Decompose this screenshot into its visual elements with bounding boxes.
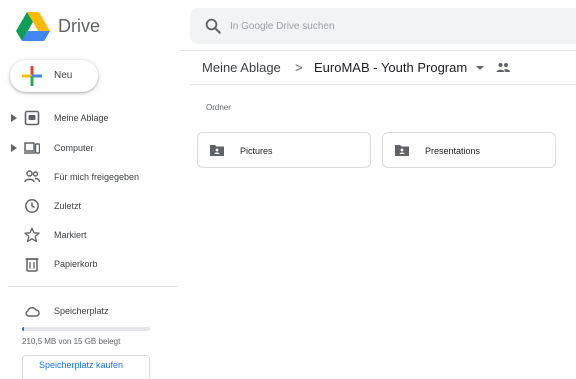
- sidebar-item-storage[interactable]: Speicherplatz: [0, 298, 180, 324]
- trash-icon: [25, 258, 39, 272]
- storage-usage-bar: [22, 327, 150, 331]
- folder-name: Presentations: [425, 146, 481, 156]
- sidebar-item-shared-with-me[interactable]: Für mich freigegeben: [0, 164, 180, 190]
- new-button-label: Neu: [54, 70, 73, 81]
- main-divider: [190, 84, 576, 85]
- sidebar-item-label: Zuletzt: [54, 201, 82, 211]
- expand-caret-icon[interactable]: [10, 113, 18, 123]
- expand-caret-icon[interactable]: [10, 143, 18, 153]
- sidebar-item-my-drive[interactable]: Meine Ablage: [0, 105, 180, 131]
- breadcrumb-my-drive[interactable]: Meine Ablage: [202, 60, 281, 75]
- search-icon[interactable]: [204, 17, 222, 35]
- header-divider: [180, 50, 576, 51]
- sidebar-item-computer[interactable]: Computer: [0, 135, 180, 161]
- folders-section-label: Ordner: [206, 103, 231, 112]
- search-input[interactable]: [230, 16, 560, 36]
- sidebar-item-label: Papierkorb: [54, 259, 98, 269]
- shared-people-icon[interactable]: [495, 61, 511, 75]
- shared-folder-icon: [210, 145, 224, 156]
- buy-storage-label: Speicherplatz kaufen: [39, 360, 124, 370]
- plus-icon: [22, 66, 42, 86]
- sidebar-item-label: Meine Ablage: [54, 113, 109, 123]
- breadcrumb-current-folder[interactable]: EuroMAB - Youth Program: [314, 60, 467, 75]
- star-icon: [24, 227, 40, 243]
- clock-icon: [25, 199, 39, 213]
- folder-card-pictures[interactable]: Pictures: [197, 132, 371, 168]
- app-brand[interactable]: Drive: [58, 16, 100, 37]
- search-bar[interactable]: [190, 8, 576, 44]
- sidebar-item-starred[interactable]: Markiert: [0, 222, 180, 248]
- storage-usage-text: 210,5 MB von 15 GB belegt: [22, 337, 121, 346]
- shared-folder-icon: [395, 145, 409, 156]
- computer-icon: [24, 142, 40, 154]
- my-drive-icon: [24, 110, 40, 126]
- storage-usage-fill: [22, 327, 24, 331]
- sidebar-item-recent[interactable]: Zuletzt: [0, 193, 180, 219]
- folder-name: Pictures: [240, 146, 273, 156]
- google-drive-logo-icon[interactable]: [16, 12, 50, 42]
- sidebar-item-label: Markiert: [54, 230, 87, 240]
- sidebar-item-label: Speicherplatz: [54, 306, 109, 316]
- sidebar-item-label: Für mich freigegeben: [54, 172, 140, 182]
- cloud-icon: [25, 307, 40, 317]
- dropdown-caret-icon[interactable]: [475, 64, 485, 72]
- breadcrumb-separator: >: [295, 60, 303, 75]
- sidebar-item-trash[interactable]: Papierkorb: [0, 251, 180, 277]
- sidebar-item-label: Computer: [54, 143, 94, 153]
- new-button[interactable]: Neu: [10, 60, 98, 92]
- folder-card-presentations[interactable]: Presentations: [382, 132, 556, 168]
- sidebar-divider: [8, 286, 178, 287]
- shared-with-me-icon: [24, 170, 40, 183]
- buy-storage-button[interactable]: Speicherplatz kaufen: [22, 355, 150, 379]
